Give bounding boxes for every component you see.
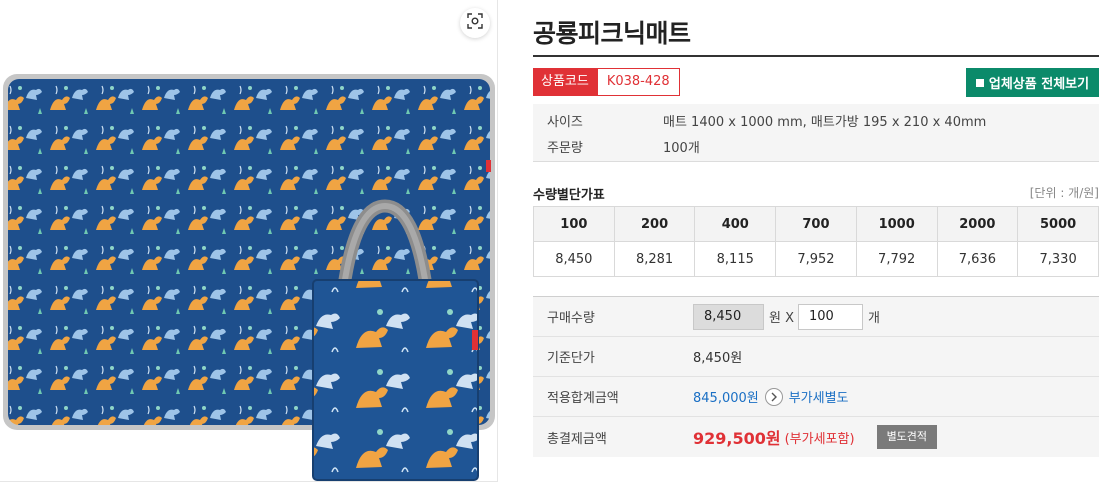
grand-total-row: 총결제금액 929,500원 (부가세포함) 별도견적 (533, 417, 1099, 457)
vendor-button-label: 업체상품 전체보기 (988, 77, 1090, 92)
table-header-row: 100 200 400 700 1000 2000 5000 (533, 206, 1099, 242)
spec-row-size: 사이즈 매트 1400 x 1000 mm, 매트가방 195 x 210 x … (533, 108, 986, 132)
product-detail-page: 공룡피크닉매트 상품코드 K038-428 업체상품 전체보기 사이즈 매트 1… (0, 0, 1110, 482)
spec-value: 매트 1400 x 1000 mm, 매트가방 195 x 210 x 40mm (663, 114, 987, 130)
table-cell-price: 7,792 (855, 241, 938, 277)
square-icon (975, 78, 984, 87)
table-cell-price: 8,115 (694, 241, 777, 277)
table-cell-qty: 2000 (936, 206, 1019, 242)
product-image-panel (0, 0, 498, 482)
applied-total-value: 845,000원 (693, 391, 759, 406)
table-cell-qty: 100 (533, 206, 615, 242)
product-code-value: K038-428 (596, 68, 680, 96)
spec-label: 주문량 (547, 140, 583, 156)
base-price-row: 기준단가 8,450원 (533, 337, 1099, 377)
table-cell-price: 7,330 (1017, 241, 1099, 277)
table-row: 8,450 8,281 8,115 7,952 7,792 7,636 7,33… (533, 241, 1099, 277)
grand-total-value: 929,500원 (693, 429, 781, 448)
base-price-label: 기준단가 (547, 351, 595, 366)
applied-total-label: 적용합계금액 (547, 391, 619, 406)
zoom-scan-icon (467, 13, 483, 33)
separate-quote-button[interactable]: 별도견적 (876, 425, 938, 449)
chevron-right-icon (771, 392, 777, 401)
table-cell-qty: 400 (694, 206, 777, 242)
table-cell-qty: 200 (613, 206, 696, 242)
spec-box: 사이즈 매트 1400 x 1000 mm, 매트가방 195 x 210 x … (533, 104, 1099, 162)
won-times-label: 원 X (769, 311, 794, 326)
table-cell-qty: 1000 (855, 206, 938, 242)
vat-detail-button[interactable] (764, 387, 783, 406)
product-code-label: 상품코드 (533, 68, 597, 96)
vat-included-note: (부가세포함) (784, 431, 855, 447)
qty-table-unit-note: [단위 : 개/원] (1029, 186, 1099, 200)
order-box: 구매수량 8,450 원 X 100 개 기준단가 8,450원 적용합계금액 … (533, 296, 1099, 457)
table-cell-price: 8,281 (613, 241, 696, 277)
product-image (3, 74, 495, 481)
applied-total-row: 적용합계금액 845,000원 부가세별도 (533, 377, 1099, 417)
quantity-input[interactable]: 100 (798, 303, 863, 330)
title-divider (533, 55, 1099, 57)
product-code: 상품코드 K038-428 (533, 68, 680, 96)
table-cell-price: 8,450 (533, 241, 615, 277)
unit-price-readonly: 8,450 (693, 303, 764, 330)
table-cell-qty: 700 (775, 206, 857, 242)
view-vendor-products-button[interactable]: 업체상품 전체보기 (966, 68, 1099, 97)
qty-price-table: 100 200 400 700 1000 2000 5000 8,450 8,2… (533, 206, 1099, 277)
table-cell-price: 7,952 (775, 241, 857, 277)
spec-value: 100개 (663, 140, 700, 156)
purchase-qty-row: 구매수량 8,450 원 X 100 개 (533, 297, 1099, 337)
qty-unit-label: 개 (868, 311, 880, 326)
zoom-button[interactable] (460, 8, 490, 38)
table-cell-price: 7,636 (936, 241, 1019, 277)
base-price-value: 8,450원 (693, 351, 743, 366)
spec-row-order: 주문량 100개 (533, 134, 700, 158)
purchase-qty-label: 구매수량 (547, 311, 595, 326)
spec-label: 사이즈 (547, 114, 583, 130)
qty-table-title: 수량별단가표 (533, 188, 605, 203)
table-cell-qty: 5000 (1017, 206, 1099, 242)
product-title: 공룡피크닉매트 (533, 19, 691, 48)
vat-separate-link[interactable]: 부가세별도 (789, 387, 849, 406)
grand-total-label: 총결제금액 (547, 431, 607, 447)
